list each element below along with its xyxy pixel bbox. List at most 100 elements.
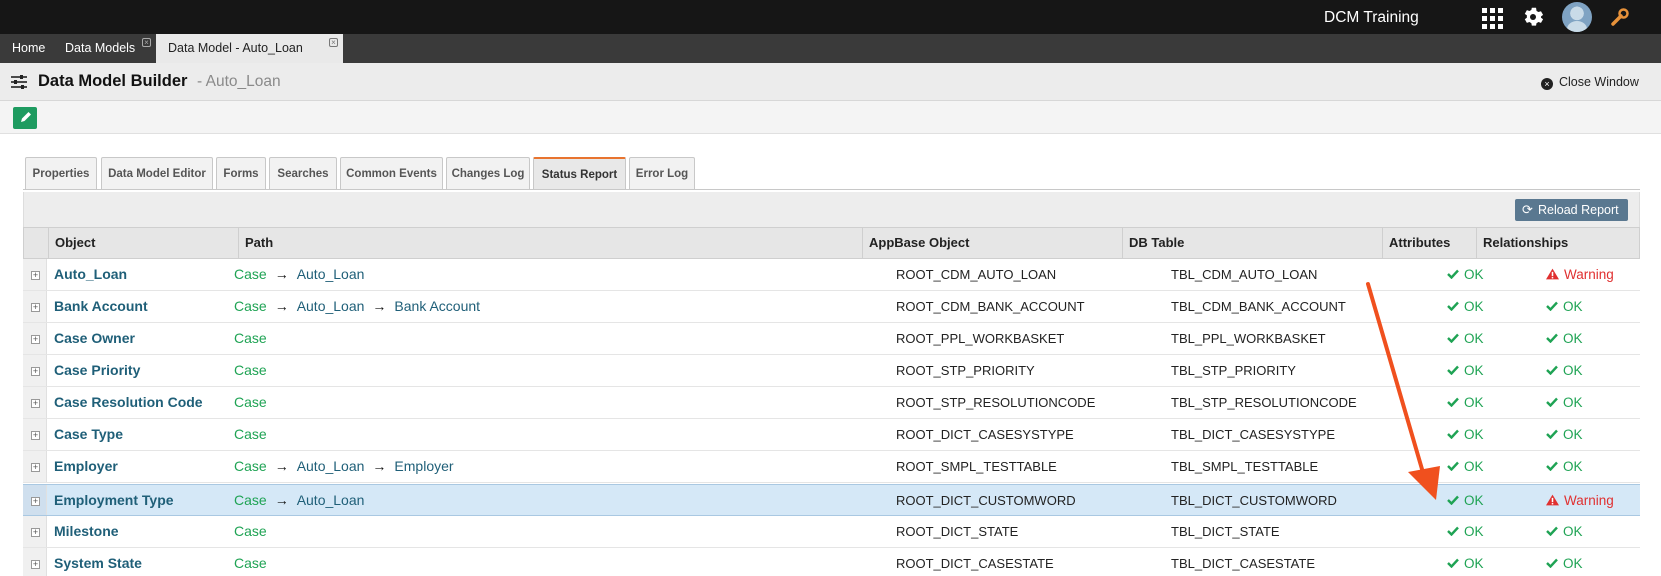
db-table: TBL_DICT_CASESTATE bbox=[1171, 556, 1315, 571]
path-segment[interactable]: Case bbox=[234, 458, 267, 474]
table-row[interactable]: + Auto_Loan Case → Auto_Loan ROOT_CDM_AUTO_LO… bbox=[23, 259, 1640, 291]
row-gutter: + bbox=[23, 451, 47, 482]
table-row[interactable]: + Case Type Case ROOT_DICT_CASESYSTYPE TBL_D… bbox=[23, 419, 1640, 451]
row-gutter: + bbox=[23, 259, 47, 290]
tab-searches[interactable]: Searches bbox=[269, 157, 337, 189]
expand-icon[interactable]: + bbox=[31, 497, 40, 506]
object-name[interactable]: Bank Account bbox=[54, 291, 148, 322]
status-text: OK bbox=[1464, 427, 1484, 442]
close-icon[interactable]: × bbox=[329, 38, 338, 47]
path-segment[interactable]: Case bbox=[234, 394, 267, 410]
object-name[interactable]: Case Priority bbox=[54, 355, 140, 386]
path-segment[interactable]: Case bbox=[234, 492, 267, 508]
check-icon bbox=[1546, 363, 1563, 378]
path-segment[interactable]: Case bbox=[234, 266, 267, 282]
table-row[interactable]: + Case Priority Case ROOT_STP_PRIORITY TBL_S… bbox=[23, 355, 1640, 387]
check-icon bbox=[1447, 427, 1464, 442]
path-segment[interactable]: Case bbox=[234, 330, 267, 346]
status-text: OK bbox=[1464, 556, 1484, 571]
object-name[interactable]: Auto_Loan bbox=[54, 259, 127, 290]
expand-icon[interactable]: + bbox=[31, 528, 40, 537]
expand-icon[interactable]: + bbox=[31, 271, 40, 280]
path-segment[interactable]: Bank Account bbox=[394, 298, 480, 314]
table-row[interactable]: + Case Owner Case ROOT_PPL_WORKBASKET TBL_PP… bbox=[23, 323, 1640, 355]
arrow-right-icon: → bbox=[274, 266, 289, 282]
path-segment[interactable]: Auto_Loan bbox=[297, 492, 365, 508]
path-segment[interactable]: Auto_Loan bbox=[297, 266, 365, 282]
grid-icon[interactable] bbox=[1482, 8, 1504, 32]
object-name[interactable]: Case Type bbox=[54, 419, 123, 450]
tab-label: Data Model Editor bbox=[108, 168, 206, 180]
path-segment[interactable]: Case bbox=[234, 523, 267, 539]
db-table: TBL_DICT_CUSTOMWORD bbox=[1171, 493, 1337, 508]
appbase-object: ROOT_CDM_AUTO_LOAN bbox=[896, 267, 1057, 282]
toolbar bbox=[0, 101, 1661, 134]
check-icon bbox=[1447, 493, 1464, 508]
warning-icon bbox=[1546, 493, 1564, 508]
arrow-right-icon: → bbox=[372, 458, 387, 474]
tab-common-events[interactable]: Common Events bbox=[340, 157, 443, 189]
expand-icon[interactable]: + bbox=[31, 303, 40, 312]
expand-icon[interactable]: + bbox=[31, 399, 40, 408]
tab-properties[interactable]: Properties bbox=[25, 157, 97, 189]
tab-data-model-auto-loan[interactable]: Data Model - Auto_Loan × bbox=[156, 34, 343, 63]
tab-status-report[interactable]: Status Report bbox=[533, 157, 626, 189]
object-name[interactable]: System State bbox=[54, 548, 142, 576]
path-segment[interactable]: Auto_Loan bbox=[297, 298, 365, 314]
table-row[interactable]: + System State Case ROOT_DICT_CASESTATE TBL_… bbox=[23, 548, 1640, 576]
table-row[interactable]: + Employer Case → Auto_Loan → Employer ROOT_SMP… bbox=[23, 451, 1640, 483]
close-window-button[interactable]: × Close Window bbox=[1541, 75, 1639, 90]
sliders-icon bbox=[11, 75, 27, 89]
check-icon bbox=[1447, 459, 1464, 474]
table-row[interactable]: + Bank Account Case → Auto_Loan → Bank Account… bbox=[23, 291, 1640, 323]
attributes-status: OK bbox=[1447, 259, 1484, 290]
check-icon bbox=[1447, 299, 1464, 314]
table-row[interactable]: + Case Resolution Code Case ROOT_STP_RESOLU… bbox=[23, 387, 1640, 419]
tab-data-model-editor[interactable]: Data Model Editor bbox=[101, 157, 213, 189]
gear-icon[interactable] bbox=[1521, 5, 1545, 29]
check-icon bbox=[1447, 524, 1464, 539]
avatar[interactable] bbox=[1562, 2, 1592, 32]
path-segment[interactable]: Employer bbox=[394, 458, 453, 474]
object-name[interactable]: Employer bbox=[54, 451, 118, 482]
status-text: OK bbox=[1464, 459, 1484, 474]
appbase-object: ROOT_PPL_WORKBASKET bbox=[896, 331, 1065, 346]
brand-title: DCM Training bbox=[1324, 9, 1419, 26]
tab-label: Common Events bbox=[346, 168, 437, 180]
path-segment[interactable]: Case bbox=[234, 362, 267, 378]
db-table: TBL_DICT_STATE bbox=[1171, 524, 1280, 539]
expand-icon[interactable]: + bbox=[31, 560, 40, 569]
wrench-icon[interactable] bbox=[1609, 5, 1631, 29]
path-segment[interactable]: Case bbox=[234, 555, 267, 571]
object-name[interactable]: Case Owner bbox=[54, 323, 135, 354]
table-row[interactable]: + Milestone Case ROOT_DICT_STATE TBL_DICT_ST… bbox=[23, 516, 1640, 548]
column-header-relationships[interactable]: Relationships bbox=[1476, 228, 1639, 258]
close-icon[interactable]: × bbox=[142, 38, 151, 47]
object-name[interactable]: Case Resolution Code bbox=[54, 387, 203, 418]
column-header-appbase[interactable]: AppBase Object bbox=[862, 228, 1122, 258]
path-segment[interactable]: Case bbox=[234, 426, 267, 442]
report-toolbar bbox=[23, 192, 1640, 227]
tab-error-log[interactable]: Error Log bbox=[629, 157, 695, 189]
column-header-path[interactable]: Path bbox=[238, 228, 862, 258]
column-header-attributes[interactable]: Attributes bbox=[1382, 228, 1476, 258]
path-segment[interactable]: Case bbox=[234, 298, 267, 314]
object-name[interactable]: Employment Type bbox=[54, 485, 174, 516]
edit-button[interactable] bbox=[13, 107, 37, 129]
column-header-object[interactable]: Object bbox=[48, 228, 238, 258]
expand-icon[interactable]: + bbox=[31, 463, 40, 472]
appbase-object: ROOT_STP_RESOLUTIONCODE bbox=[896, 395, 1096, 410]
column-header-db-table[interactable]: DB Table bbox=[1122, 228, 1382, 258]
object-name[interactable]: Milestone bbox=[54, 516, 119, 547]
expand-icon[interactable]: + bbox=[31, 367, 40, 376]
tab-changes-log[interactable]: Changes Log bbox=[446, 157, 530, 189]
tab-data-models[interactable]: Data Models × bbox=[53, 34, 155, 63]
reload-report-button[interactable]: ⟳ Reload Report bbox=[1515, 199, 1628, 221]
expand-icon[interactable]: + bbox=[31, 335, 40, 344]
tab-home[interactable]: Home bbox=[0, 34, 52, 63]
table-row[interactable]: + Employment Type Case → Auto_Loan ROOT_DICT_… bbox=[23, 484, 1640, 516]
path-segment[interactable]: Auto_Loan bbox=[297, 458, 365, 474]
status-text: OK bbox=[1563, 524, 1583, 539]
tab-forms[interactable]: Forms bbox=[216, 157, 266, 189]
expand-icon[interactable]: + bbox=[31, 431, 40, 440]
